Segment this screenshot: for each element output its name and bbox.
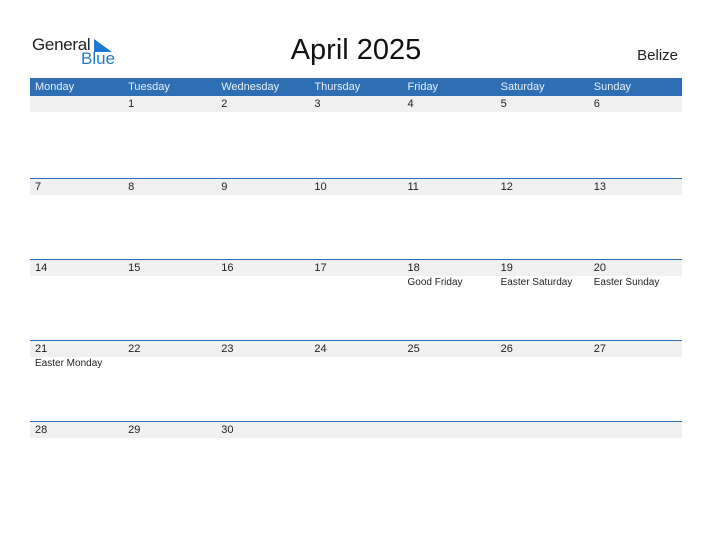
week-row: 14 15 16 17 18 Good Friday 19 Easter Saturday 20…	[30, 259, 682, 340]
day-number: 16	[216, 260, 310, 276]
day-cell	[588, 422, 682, 502]
day-cell: 9	[216, 179, 310, 259]
weekday-monday: Monday	[35, 81, 75, 93]
day-number: 22	[123, 341, 217, 357]
day-number: 23	[216, 341, 310, 357]
week-row: 21 Easter Monday 22 23 24 25 26 27	[30, 340, 682, 421]
day-number: 15	[123, 260, 217, 276]
day-number: 19	[495, 260, 589, 276]
day-number	[495, 422, 589, 438]
day-number: 25	[402, 341, 496, 357]
day-number: 21	[30, 341, 124, 357]
day-number	[30, 96, 124, 112]
day-cell: 7	[30, 179, 124, 259]
week-row: 123456	[30, 96, 682, 178]
day-cell: 26	[495, 341, 589, 421]
holiday-label: Good Friday	[407, 277, 463, 288]
day-number	[588, 422, 682, 438]
weekday-tuesday: Tuesday	[128, 81, 170, 93]
day-cell: 8	[123, 179, 217, 259]
day-number: 7	[30, 179, 124, 195]
day-number: 2	[216, 96, 310, 112]
day-cell: 30	[216, 422, 310, 502]
day-cell	[309, 422, 403, 502]
day-cell: 18 Good Friday	[402, 260, 496, 340]
weekday-saturday: Saturday	[500, 81, 545, 93]
day-number	[402, 422, 496, 438]
day-cell: 5	[495, 96, 589, 178]
day-cell: 1	[123, 96, 217, 178]
weekday-sunday: Sunday	[593, 81, 632, 93]
day-number: 3	[309, 96, 403, 112]
day-number: 17	[309, 260, 403, 276]
day-cell: 24	[309, 341, 403, 421]
day-number: 9	[216, 179, 310, 195]
day-number: 30	[216, 422, 310, 438]
day-cell: 25	[402, 341, 496, 421]
day-number: 4	[402, 96, 496, 112]
day-cell: 19 Easter Saturday	[495, 260, 589, 340]
day-number: 8	[123, 179, 217, 195]
day-number: 13	[588, 179, 682, 195]
day-cell: 12	[495, 179, 589, 259]
day-number: 27	[588, 341, 682, 357]
day-number: 12	[495, 179, 589, 195]
day-number: 14	[30, 260, 124, 276]
day-number: 1	[123, 96, 217, 112]
day-cell: 13	[588, 179, 682, 259]
calendar-page: General Blue April 2025 Belize Monday Tue…	[0, 0, 712, 550]
holiday-label: Easter Monday	[35, 358, 103, 369]
day-number: 20	[588, 260, 682, 276]
day-number: 29	[123, 422, 217, 438]
day-cell: 3	[309, 96, 403, 178]
day-number: 18	[402, 260, 496, 276]
day-cell: 29	[123, 422, 217, 502]
day-cell: 20 Easter Sunday	[588, 260, 682, 340]
day-number: 11	[402, 179, 496, 195]
day-number: 28	[30, 422, 124, 438]
day-cell: 11	[402, 179, 496, 259]
day-number	[309, 422, 403, 438]
day-number: 10	[309, 179, 403, 195]
day-cell: 28	[30, 422, 124, 502]
weekday-friday: Friday	[407, 81, 439, 93]
day-cell: 4	[402, 96, 496, 178]
day-cell	[402, 422, 496, 502]
holiday-label: Easter Saturday	[500, 277, 573, 288]
weekday-wednesday: Wednesday	[221, 81, 280, 93]
day-cell: 15	[123, 260, 217, 340]
week-row: 28 29 30	[30, 421, 682, 502]
day-cell: 2	[216, 96, 310, 178]
day-cell	[30, 96, 124, 178]
day-number: 5	[495, 96, 589, 112]
weekday-header: Monday Tuesday Wednesday Thursday Friday Satu…	[30, 78, 682, 96]
day-cell: 23	[216, 341, 310, 421]
page-title: April 2025	[290, 34, 422, 66]
day-cell: 22	[123, 341, 217, 421]
country-label: Belize	[637, 47, 678, 64]
calendar-grid: Monday Tuesday Wednesday Thursday Friday Satu…	[30, 78, 682, 502]
day-cell: 17	[309, 260, 403, 340]
day-number: 24	[309, 341, 403, 357]
day-cell: 16	[216, 260, 310, 340]
day-cell	[495, 422, 589, 502]
day-number: 26	[495, 341, 589, 357]
week-row: 7 8 9 10 11 12 13	[30, 178, 682, 259]
holiday-label: Easter Sunday	[593, 277, 660, 288]
day-cell: 14	[30, 260, 124, 340]
day-cell: 10	[309, 179, 403, 259]
weekday-thursday: Thursday	[314, 81, 361, 93]
day-number: 6	[588, 96, 682, 112]
day-cell: 27	[588, 341, 682, 421]
day-cell: 6	[588, 96, 682, 178]
day-cell: 21 Easter Monday	[30, 341, 124, 421]
